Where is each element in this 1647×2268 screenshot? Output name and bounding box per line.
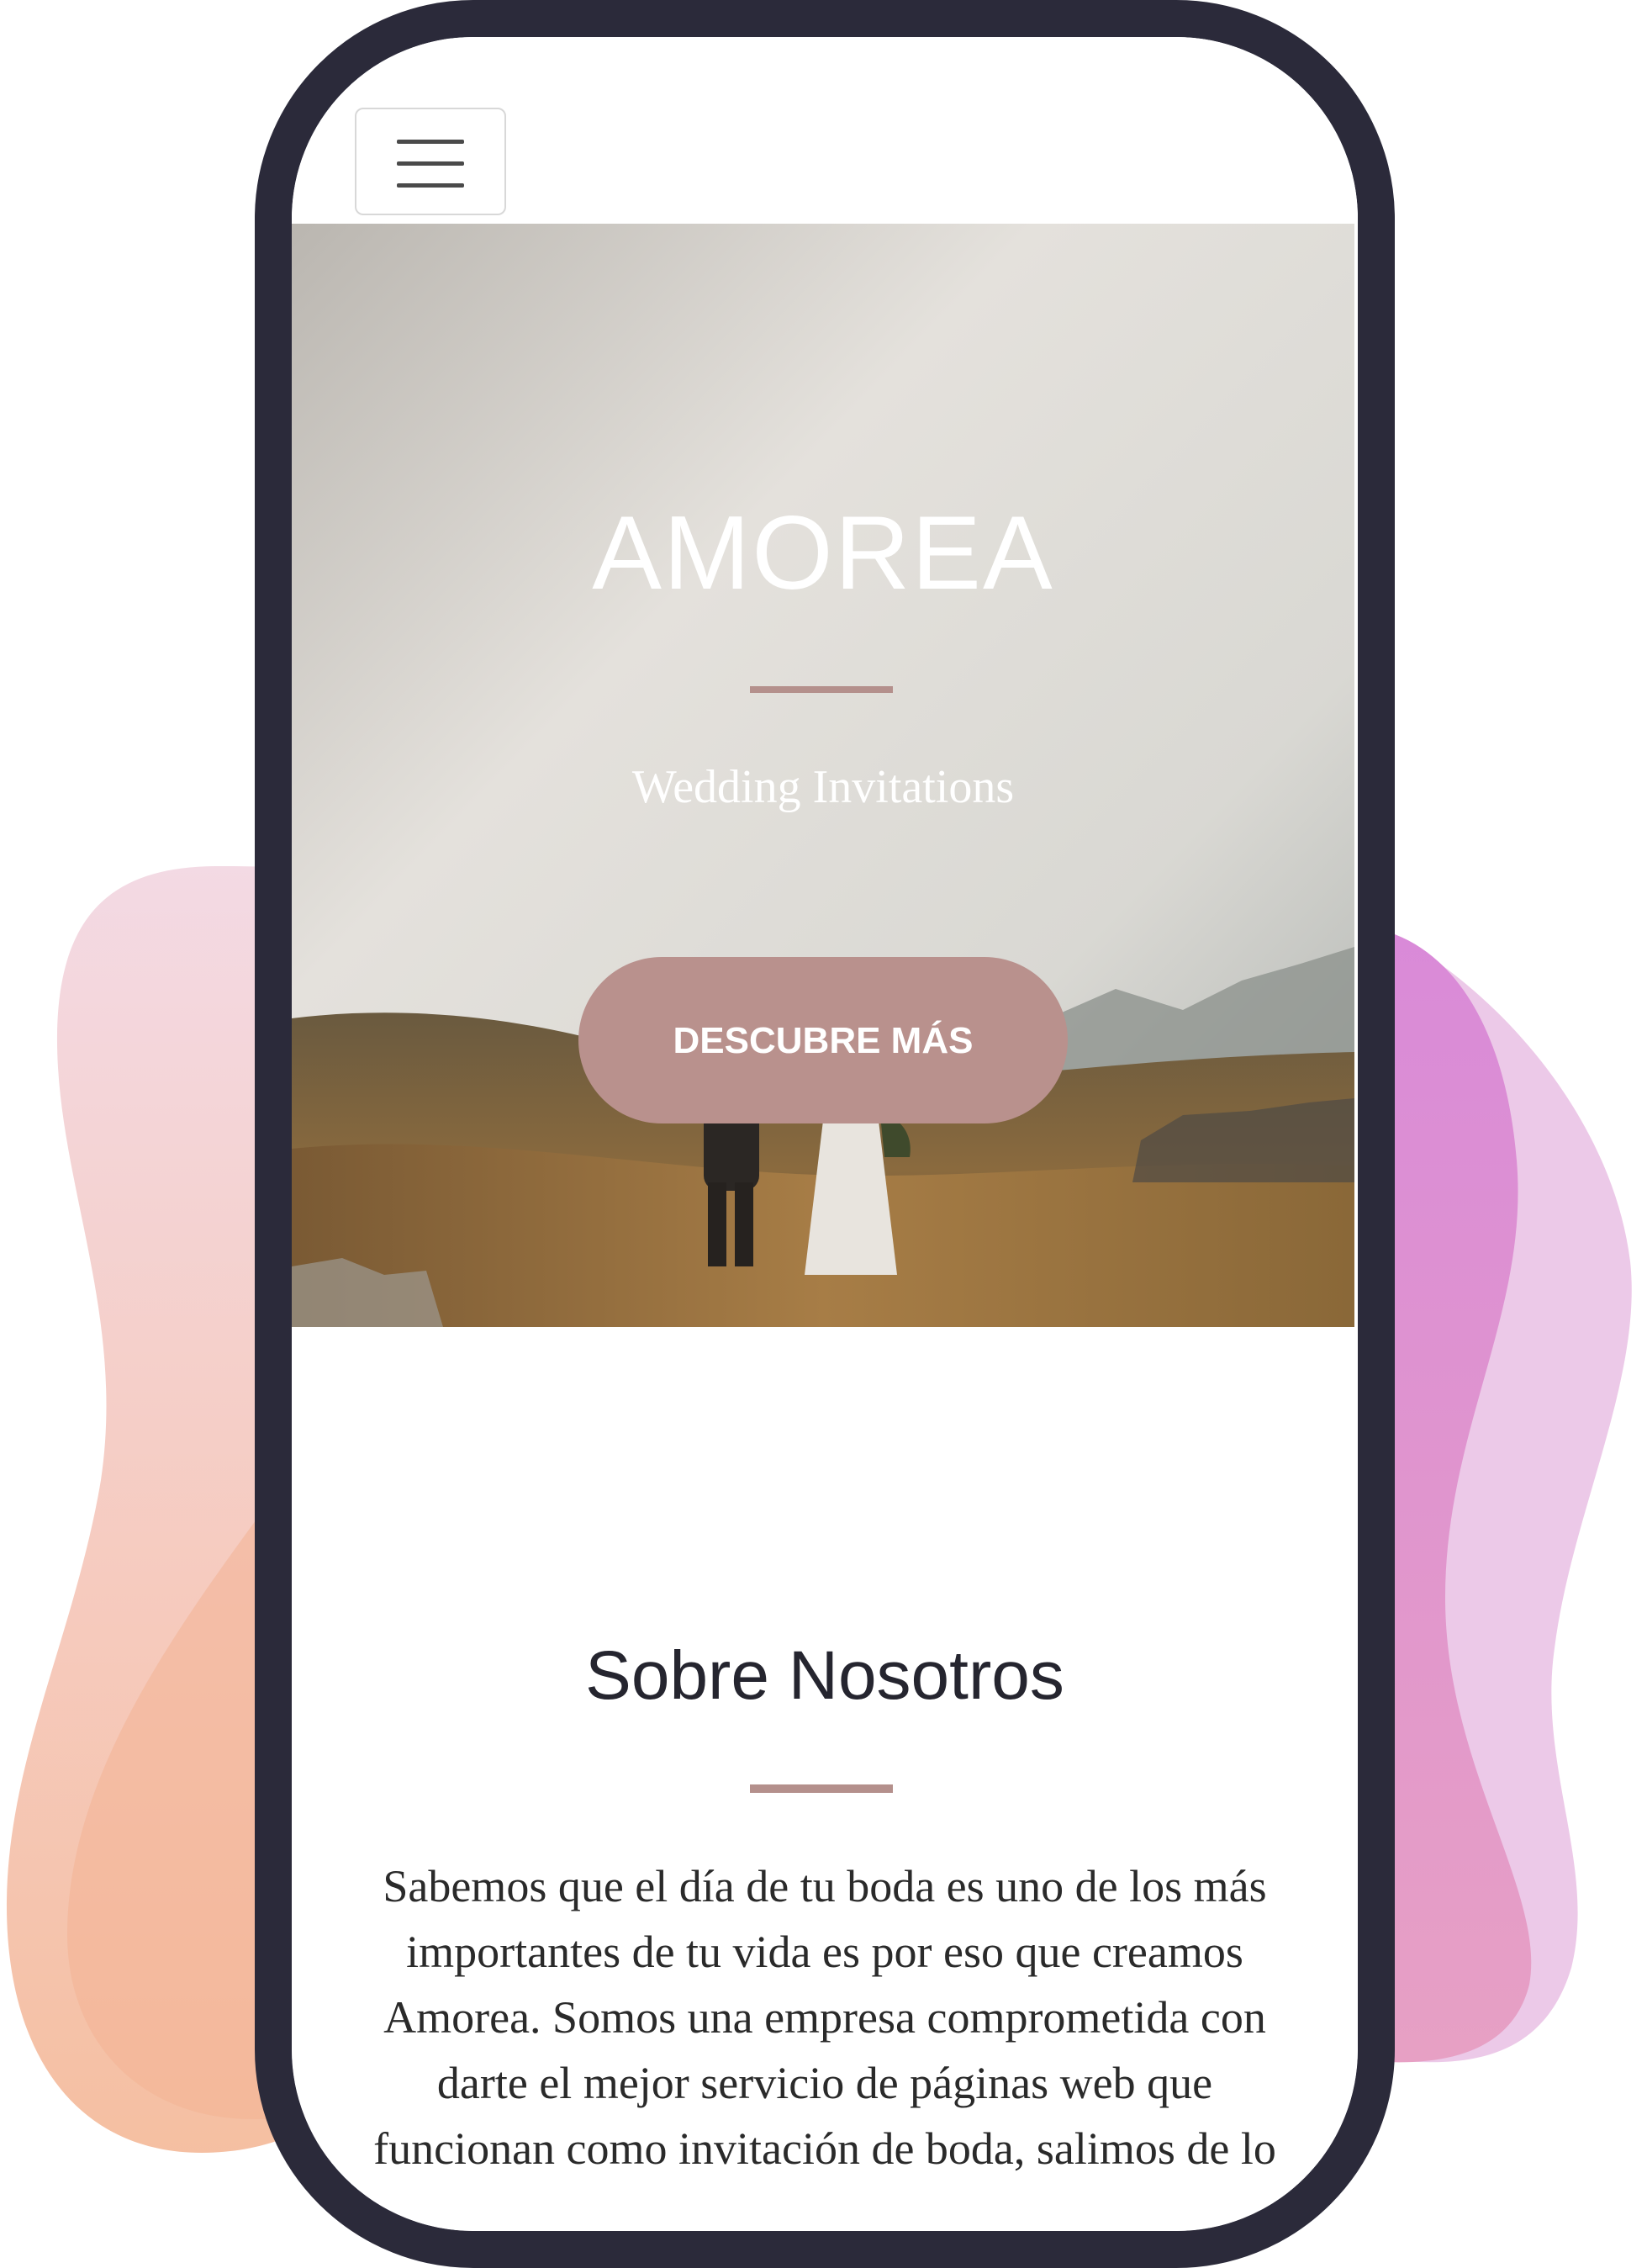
- phone-screen: AMOREA Wedding Invitations DESCUBRE MÁS …: [292, 37, 1358, 2231]
- hamburger-menu-icon[interactable]: [355, 108, 506, 215]
- about-paragraph: Sabemos que el día de tu boda es uno de …: [373, 1861, 1276, 2174]
- navbar: [292, 37, 1358, 224]
- about-divider: [750, 1784, 893, 1793]
- discover-more-button[interactable]: DESCUBRE MÁS: [578, 957, 1068, 1123]
- hero-subtitle: Wedding Invitations: [631, 761, 1015, 813]
- about-title: Sobre Nosotros: [585, 1637, 1064, 1714]
- hero-title: AMOREA: [592, 495, 1054, 611]
- hero-divider: [750, 686, 893, 693]
- phone-frame: AMOREA Wedding Invitations DESCUBRE MÁS …: [255, 0, 1395, 2268]
- hero-section: AMOREA Wedding Invitations DESCUBRE MÁS: [292, 224, 1354, 1327]
